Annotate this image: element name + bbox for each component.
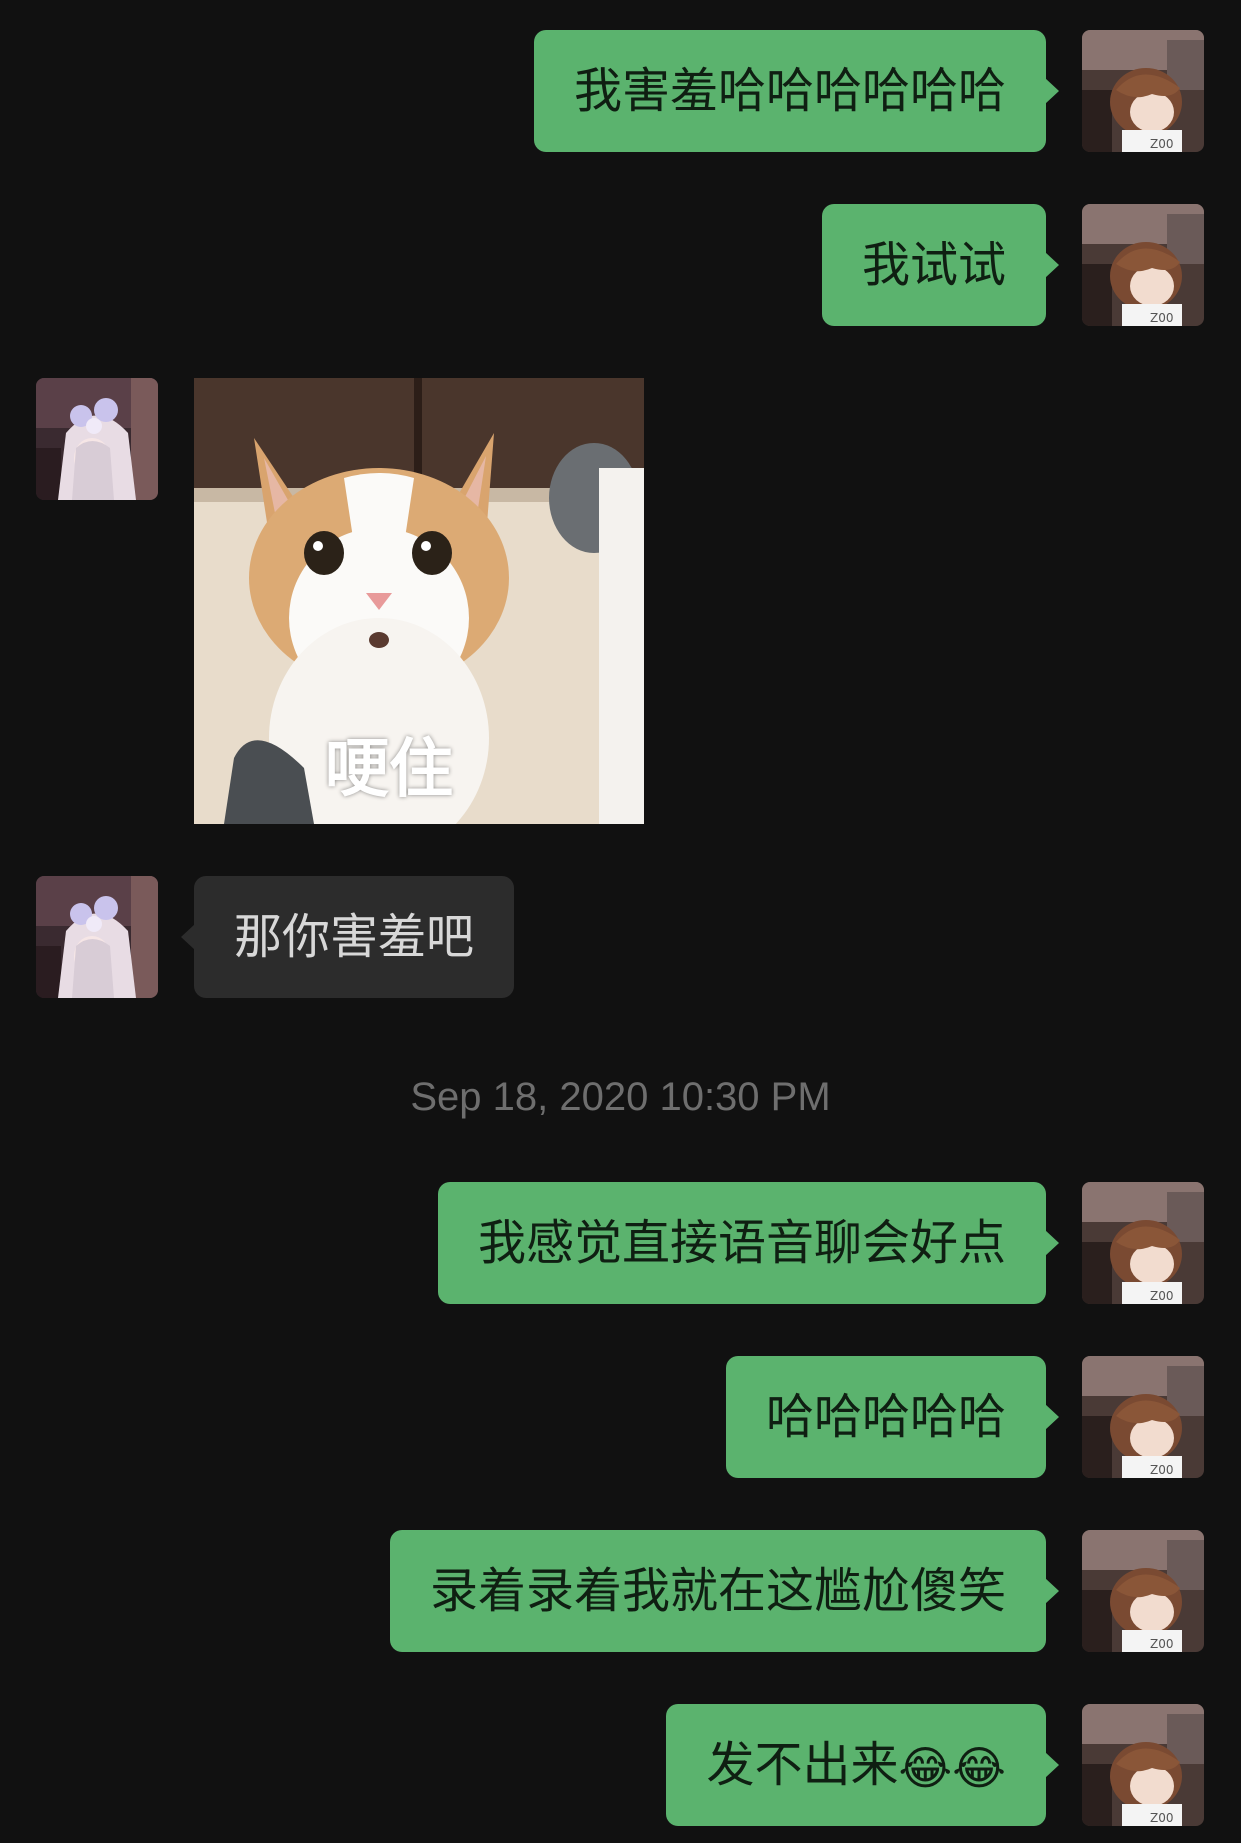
message-text: 那你害羞吧 — [234, 909, 475, 965]
anime-boy-avatar-icon — [1082, 1530, 1204, 1652]
anime-boy-avatar-icon — [1082, 204, 1204, 326]
message-text: 录着录着我就在这尴尬傻笑 — [429, 1563, 1006, 1619]
message-bubble[interactable]: 我害羞哈哈哈哈哈哈 — [533, 30, 1060, 152]
message-row: 发不出来😂😂 — [0, 1704, 1241, 1826]
message-bubble[interactable]: 我感觉直接语音聊会好点 — [437, 1182, 1060, 1304]
avatar[interactable] — [1082, 30, 1204, 152]
tears-of-joy-emoji-icon: 😂 — [952, 1741, 1006, 1795]
avatar[interactable] — [1082, 204, 1204, 326]
message-row: 我害羞哈哈哈哈哈哈 — [0, 30, 1241, 152]
message-text: 我感觉直接语音聊会好点 — [477, 1215, 1006, 1271]
message-bubble[interactable]: 哈哈哈哈哈 — [725, 1356, 1060, 1478]
message-bubble[interactable]: 我试试 — [821, 204, 1060, 326]
message-text: 我害羞哈哈哈哈哈哈 — [573, 63, 1006, 119]
message-row: 哽住 — [0, 378, 1241, 824]
chat-view[interactable]: 我害羞哈哈哈哈哈哈 我试试 哽住 那你害羞吧 Sep 18, 2020 10:3… — [0, 0, 1241, 1843]
avatar[interactable] — [36, 378, 158, 500]
sticker-caption: 哽住 — [325, 733, 453, 807]
avatar[interactable] — [1082, 1356, 1204, 1478]
message-text: 我试试 — [861, 237, 1006, 293]
message-bubble[interactable]: 那你害羞吧 — [180, 876, 515, 998]
avatar[interactable] — [1082, 1704, 1204, 1826]
message-row: 我试试 — [0, 204, 1241, 326]
timestamp-label: Sep 18, 2020 10:30 PM — [410, 1075, 831, 1119]
avatar[interactable] — [1082, 1530, 1204, 1652]
avatar[interactable] — [1082, 1182, 1204, 1304]
anime-girl-avatar-icon — [36, 876, 158, 998]
message-row: 我感觉直接语音聊会好点 — [0, 1182, 1241, 1304]
anime-boy-avatar-icon — [1082, 1182, 1204, 1304]
message-row: 哈哈哈哈哈 — [0, 1356, 1241, 1478]
message-text: 哈哈哈哈哈 — [765, 1389, 1006, 1445]
tears-of-joy-emoji-icon: 😂 — [898, 1741, 953, 1795]
message-text: 发不出来 — [706, 1737, 899, 1793]
anime-boy-avatar-icon — [1082, 30, 1204, 152]
message-row: 那你害羞吧 — [0, 876, 1241, 998]
avatar[interactable] — [36, 876, 158, 998]
message-bubble[interactable]: 录着录着我就在这尴尬傻笑 — [389, 1530, 1060, 1652]
anime-boy-avatar-icon — [1082, 1704, 1204, 1826]
message-bubble[interactable]: 发不出来😂😂 — [666, 1704, 1059, 1826]
anime-girl-avatar-icon — [36, 378, 158, 500]
cat-sticker[interactable]: 哽住 — [194, 378, 644, 824]
message-row: 录着录着我就在这尴尬傻笑 — [0, 1530, 1241, 1652]
anime-boy-avatar-icon — [1082, 1356, 1204, 1478]
